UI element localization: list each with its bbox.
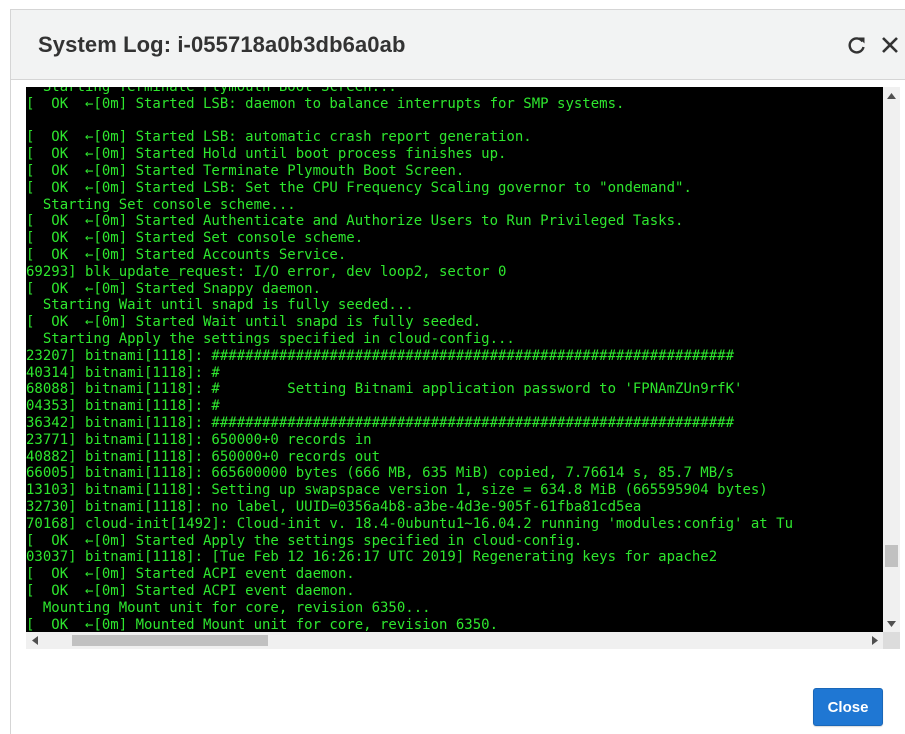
log-line: 04353] bitnami[1118]: #	[26, 398, 220, 415]
log-line: 23207] bitnami[1118]: ##################…	[26, 347, 735, 364]
vertical-scroll-thumb[interactable]	[885, 545, 898, 567]
log-line: [ OK ←[0m] Started Apply the settings sp…	[26, 532, 583, 549]
system-log-output[interactable]: Starting Terminate Plymouth Boot Screen.…	[26, 87, 883, 632]
log-line: Starting Apply the settings specified in…	[26, 330, 515, 347]
log-line: 36342] bitnami[1118]: ##################…	[26, 414, 735, 431]
scroll-right-arrow-icon[interactable]	[866, 632, 883, 649]
log-text: Starting Terminate Plymouth Boot Screen.…	[26, 87, 793, 632]
log-line: [ OK ←[0m] Started Authenticate and Auth…	[26, 213, 684, 230]
log-line: Mounting Mount unit for core, revision 6…	[26, 599, 431, 616]
log-line: Starting Wait until snapd is fully seede…	[26, 297, 414, 314]
scrollbar-corner	[883, 632, 900, 649]
log-line: [ OK ←[0m] Started Snappy daemon.	[26, 280, 322, 297]
log-line: 40882] bitnami[1118]: 650000+0 records o…	[26, 448, 381, 465]
dialog-header: System Log: i-055718a0b3db6a0ab	[11, 10, 905, 80]
log-line: [ OK ←[0m] Started ACPI event daemon.	[26, 566, 355, 583]
scroll-left-arrow-icon[interactable]	[26, 632, 43, 649]
log-line: [ OK ←[0m] Started Terminate Plymouth Bo…	[26, 162, 465, 179]
log-line: 03037] bitnami[1118]: [Tue Feb 12 16:26:…	[26, 549, 718, 566]
log-line: [ OK ←[0m] Started Hold until boot proce…	[26, 146, 507, 163]
log-line: [ OK ←[0m] Started LSB: Set the CPU Freq…	[26, 179, 692, 196]
vertical-scrollbar[interactable]	[883, 87, 900, 632]
scroll-up-arrow-icon[interactable]	[883, 87, 900, 104]
log-line: [ OK ←[0m] Started Set console scheme.	[26, 230, 364, 247]
log-line: [ OK ←[0m] Started Wait until snapd is f…	[26, 314, 482, 331]
close-button[interactable]: Close	[813, 688, 883, 726]
log-line: [ OK ←[0m] Started LSB: automatic crash …	[26, 129, 532, 146]
log-line: 40314] bitnami[1118]: #	[26, 364, 220, 381]
log-line: Starting Terminate Plymouth Boot Screen.…	[26, 87, 397, 95]
log-line: 66005] bitnami[1118]: 665600000 bytes (6…	[26, 465, 735, 482]
log-line: Starting Set console scheme...	[26, 196, 296, 213]
log-line: 68088] bitnami[1118]: # Setting Bitnami …	[26, 381, 743, 398]
log-line: [ OK ←[0m] Started Accounts Service.	[26, 246, 347, 263]
refresh-icon[interactable]	[844, 32, 870, 58]
log-line: [ OK ←[0m] Mounted Mount unit for core, …	[26, 616, 499, 633]
horizontal-scroll-thumb[interactable]	[72, 635, 268, 646]
log-line: 69293] blk_update_request: I/O error, de…	[26, 263, 507, 280]
log-line: 23771] bitnami[1118]: 650000+0 records i…	[26, 431, 372, 448]
dialog-title: System Log: i-055718a0b3db6a0ab	[38, 32, 406, 57]
log-line: 70168] cloud-init[1492]: Cloud-init v. 1…	[26, 515, 794, 532]
log-line: 32730] bitnami[1118]: no label, UUID=035…	[26, 498, 642, 515]
close-icon[interactable]	[877, 32, 903, 58]
scroll-down-arrow-icon[interactable]	[883, 615, 900, 632]
horizontal-scrollbar[interactable]	[26, 632, 883, 649]
log-line: 13103] bitnami[1118]: Setting up swapspa…	[26, 482, 768, 499]
log-line: [ OK ←[0m] Started LSB: daemon to balanc…	[26, 95, 625, 112]
log-line: [ OK ←[0m] Started ACPI event daemon.	[26, 582, 355, 599]
